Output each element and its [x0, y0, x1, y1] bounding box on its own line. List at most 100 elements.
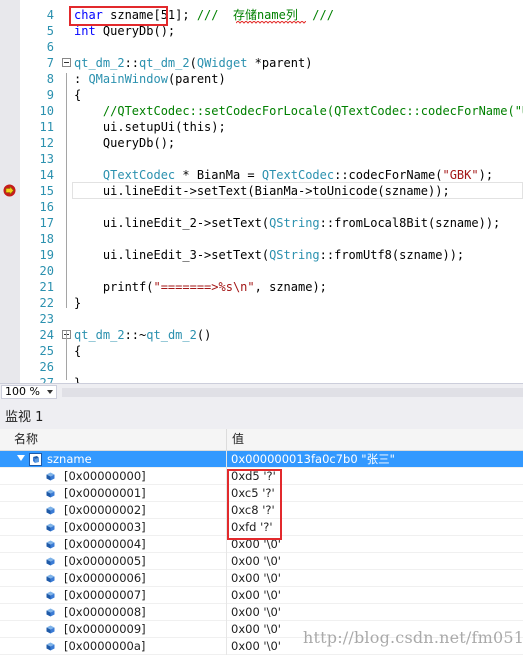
code-token: ::fromLocal8Bit(szname));: [319, 216, 501, 230]
horizontal-scrollbar[interactable]: [62, 388, 523, 397]
code-token: int: [74, 24, 96, 38]
field-icon: [46, 506, 55, 515]
code-token: ///: [196, 8, 233, 22]
line-number: 8: [46, 72, 54, 86]
code-token: ::~: [124, 328, 147, 342]
code-token: ::: [124, 56, 140, 70]
outline-guide: [66, 73, 67, 308]
field-icon: [46, 591, 55, 600]
zoom-dropdown[interactable]: 100 %: [1, 385, 57, 399]
code-token: ui.lineEdit_2->setText(: [74, 216, 270, 230]
code-line[interactable]: 25 {: [0, 343, 523, 359]
code-line[interactable]: 20: [0, 263, 523, 279]
code-text: }: [74, 295, 81, 311]
code-text: qt_dm_2::qt_dm_2(QWidget *parent): [74, 55, 312, 71]
code-line[interactable]: 23: [0, 311, 523, 327]
watch-row[interactable]: [0x00000008] 0x00 '\0': [0, 604, 523, 621]
code-line[interactable]: 27}: [0, 375, 523, 383]
code-line[interactable]: 17 ui.lineEdit_2->setText(QString::fromL…: [0, 215, 523, 231]
code-token: ///: [297, 8, 334, 22]
field-icon: [46, 472, 55, 481]
code-line[interactable]: 16: [0, 199, 523, 215]
code-token: QTextCodec: [261, 168, 335, 182]
code-token: ui.setupUi(this);: [74, 120, 226, 134]
code-line[interactable]: 15 ui.lineEdit->setText(BianMa->toUnicod…: [0, 183, 523, 199]
code-line[interactable]: 18: [0, 231, 523, 247]
field-icon: [46, 540, 55, 549]
field-icon: [46, 523, 55, 532]
line-number: 11: [39, 120, 54, 134]
watch-name: szname: [47, 452, 92, 466]
code-line[interactable]: 9{: [0, 87, 523, 103]
code-token: ::codecForName(: [334, 168, 443, 182]
watch-value[interactable]: 0x00 '\0': [231, 604, 281, 620]
code-line[interactable]: 12 QueryDb();: [0, 135, 523, 151]
expand-collapse-icon[interactable]: [17, 455, 25, 461]
watch-name: [0x0000000a]: [64, 639, 146, 653]
watch-name: [0x00000009]: [64, 622, 146, 636]
code-line[interactable]: 8: QMainWindow(parent): [0, 71, 523, 87]
line-number: 13: [39, 152, 54, 166]
watch-value[interactable]: 0x00 '\0': [231, 570, 281, 586]
line-number: 21: [39, 280, 54, 294]
code-line[interactable]: 6: [0, 39, 523, 55]
code-token: :: [74, 72, 89, 86]
code-line[interactable]: 19 ui.lineEdit_3->setText(QString::fromU…: [0, 247, 523, 263]
code-line[interactable]: 10 //QTextCodec::setCodecForLocale(QText…: [0, 103, 523, 119]
code-line[interactable]: 21 printf("=======>%s\n", szname);: [0, 279, 523, 295]
line-number: 27: [39, 376, 54, 383]
code-token: QueryDb();: [95, 24, 176, 38]
code-line[interactable]: 24 qt_dm_2::~qt_dm_2(): [0, 327, 523, 343]
watch-row[interactable]: [0x00000007] 0x00 '\0': [0, 587, 523, 604]
watch-row[interactable]: [0x00000005] 0x00 '\0': [0, 553, 523, 570]
code-token: qt_dm_2: [74, 328, 125, 342]
field-icon: [46, 625, 55, 634]
line-number: 17: [39, 216, 54, 230]
column-header-name[interactable]: 名称: [14, 429, 38, 450]
code-token: }: [74, 296, 82, 310]
watch-row-root[interactable]: szname 0x000000013fa0c7b0 "张三": [0, 451, 523, 468]
line-number: 26: [39, 360, 54, 374]
watch-name: [0x00000002]: [64, 503, 146, 517]
watch-title: 监视 1: [5, 410, 44, 425]
watch-name: [0x00000000]: [64, 469, 146, 483]
code-line[interactable]: 14 QTextCodec * BianMa = QTextCodec::cod…: [0, 167, 523, 183]
code-line[interactable]: 7 qt_dm_2::qt_dm_2(QWidget *parent): [0, 55, 523, 71]
code-token: }: [74, 376, 82, 383]
code-token: * BianMa =: [175, 168, 262, 182]
code-line[interactable]: 13: [0, 151, 523, 167]
column-header-value[interactable]: 值: [232, 429, 244, 450]
watch-value[interactable]: 0x00 '\0': [231, 621, 281, 637]
code-token: //QTextCodec::setCodecForLocale(QTextCod…: [74, 104, 523, 118]
code-token: QMainWindow: [88, 72, 168, 86]
watch-value[interactable]: 0x000000013fa0c7b0 "张三": [231, 451, 395, 467]
watch-name: [0x00000006]: [64, 571, 146, 585]
code-text: {: [74, 87, 81, 103]
code-editor[interactable]: 4 char szname[51]; /// 存储name列 ///5 int Qu…: [0, 0, 523, 383]
code-text: {: [74, 343, 81, 359]
code-token: "GBK": [442, 168, 479, 182]
code-text: ui.lineEdit_2->setText(QString::fromLoca…: [74, 215, 500, 231]
code-line[interactable]: 26: [0, 359, 523, 375]
code-line[interactable]: 11 ui.setupUi(this);: [0, 119, 523, 135]
line-number: 9: [46, 88, 54, 102]
code-line[interactable]: 22}: [0, 295, 523, 311]
watch-value[interactable]: 0x00 '\0': [231, 553, 281, 569]
watch-name: [0x00000005]: [64, 554, 146, 568]
code-token: ::fromUtf8(szname));: [319, 248, 465, 262]
watch-column-headers: 名称 值: [0, 429, 523, 451]
watch-row[interactable]: [0x00000006] 0x00 '\0': [0, 570, 523, 587]
code-token: qt_dm_2: [74, 56, 125, 70]
cell-divider: [226, 638, 227, 655]
code-token: QString: [269, 248, 320, 262]
collapse-toggle-icon[interactable]: [62, 55, 71, 71]
watch-name: [0x00000007]: [64, 588, 146, 602]
watch-name: [0x00000004]: [64, 537, 146, 551]
line-number: 20: [39, 264, 54, 278]
spelling-squiggle: [236, 21, 306, 24]
watch-value[interactable]: 0x00 '\0': [231, 638, 281, 654]
watch-value[interactable]: 0x00 '\0': [231, 587, 281, 603]
column-divider[interactable]: [226, 429, 227, 450]
zoom-value: 100 %: [5, 385, 40, 398]
